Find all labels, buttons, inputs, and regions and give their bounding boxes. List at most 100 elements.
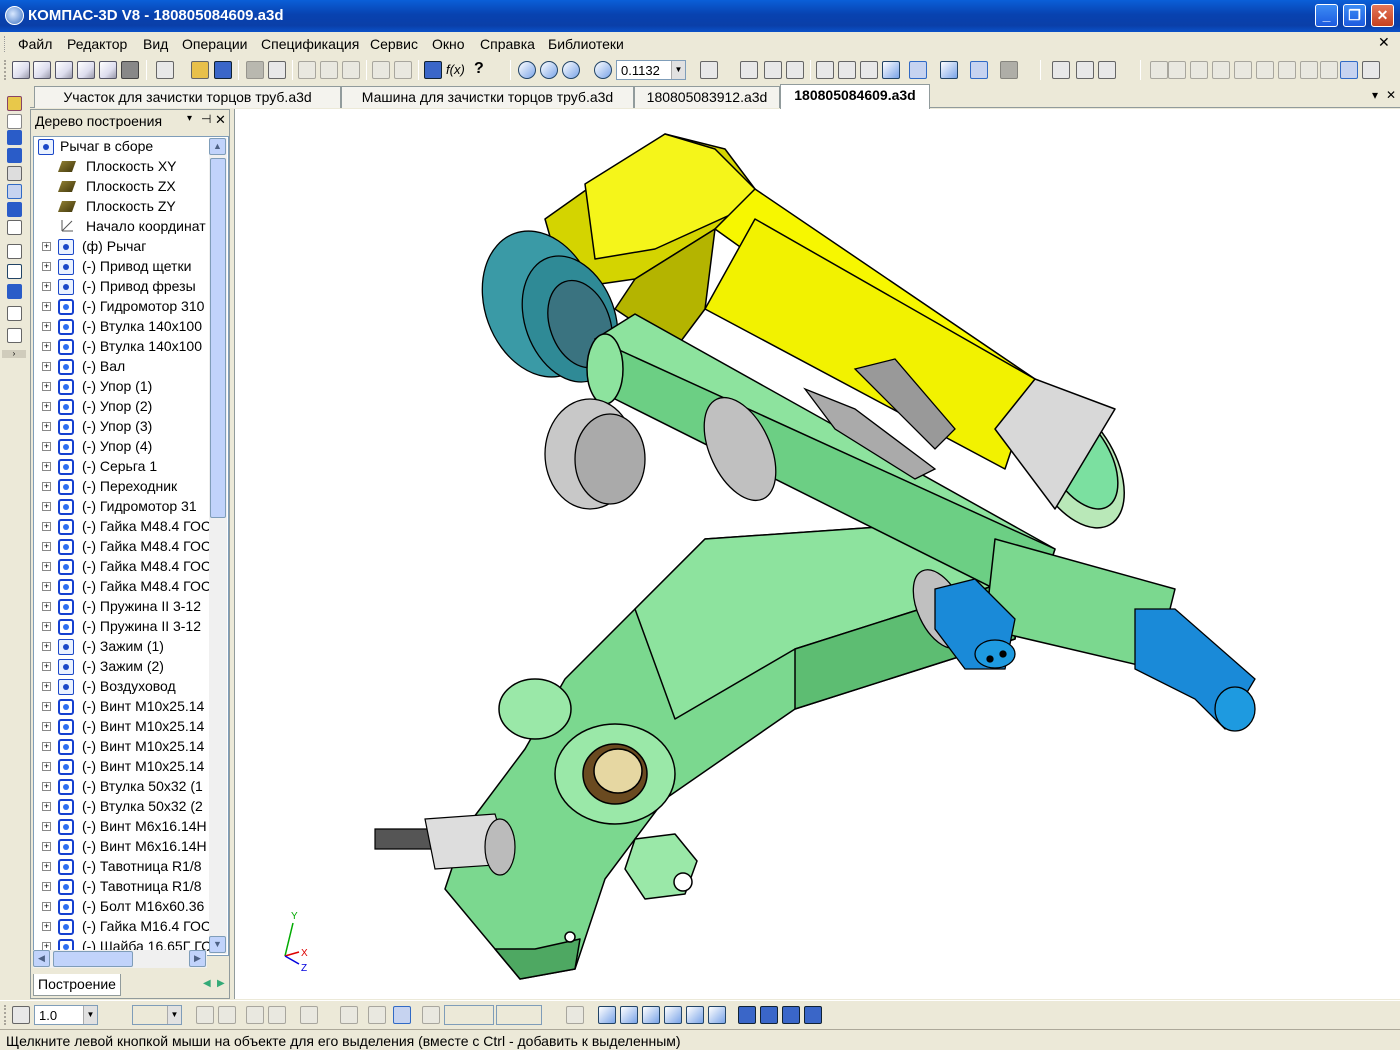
close-button[interactable]: ✕: [1371, 4, 1394, 27]
tree-item[interactable]: Плоскость ZY: [34, 197, 210, 217]
snap-icon[interactable]: [1320, 61, 1338, 79]
tab-build[interactable]: Построение: [33, 974, 121, 996]
ortho-icon[interactable]: [368, 1006, 386, 1024]
tree-item[interactable]: + (-) Гидромотор 31: [34, 497, 210, 517]
tree-item[interactable]: Начало координат: [34, 217, 210, 237]
paste-icon[interactable]: [342, 61, 360, 79]
tab-doc-3[interactable]: 180805083912.a3d: [634, 86, 780, 108]
tree-item[interactable]: Плоскость XY: [34, 157, 210, 177]
tree-item[interactable]: + (-) Переходник: [34, 477, 210, 497]
tree-item[interactable]: + (-) Втулка 50x32 (2: [34, 797, 210, 817]
tab-doc-1[interactable]: Участок для зачистки торцов труб.a3d: [34, 86, 341, 108]
save-icon[interactable]: [214, 61, 232, 79]
expand-icon[interactable]: ›: [2, 350, 26, 358]
step-combo[interactable]: 1.0 ▼: [34, 1005, 98, 1025]
coord-x-field[interactable]: [444, 1005, 494, 1025]
menu-window[interactable]: Окно: [432, 36, 465, 52]
view-front-icon[interactable]: [598, 1006, 616, 1024]
menu-specification[interactable]: Спецификация: [261, 36, 359, 52]
thin-lines-icon[interactable]: [860, 61, 878, 79]
doc-icon[interactable]: [99, 61, 117, 79]
tree-item[interactable]: + (-) Вал: [34, 357, 210, 377]
tree-item[interactable]: + (-) Упор (3): [34, 417, 210, 437]
brush-tool-icon[interactable]: [246, 1006, 264, 1024]
expand-icon[interactable]: +: [42, 322, 51, 331]
scroll-right-icon[interactable]: ▶: [189, 950, 206, 967]
expand-icon[interactable]: +: [42, 462, 51, 471]
redo-icon[interactable]: [394, 61, 412, 79]
layer-combo[interactable]: ▼: [132, 1005, 182, 1025]
report-icon[interactable]: [7, 284, 22, 299]
tab-next-icon[interactable]: ▶: [217, 978, 225, 989]
tree-item[interactable]: + (-) Гайка M48.4 ГОС: [34, 557, 211, 577]
expand-icon[interactable]: +: [42, 842, 51, 851]
chevron-down-icon[interactable]: ▼: [671, 61, 685, 79]
filter-icon[interactable]: [7, 202, 22, 217]
perspective-icon[interactable]: [940, 61, 958, 79]
expand-icon[interactable]: +: [42, 262, 51, 271]
display-icon[interactable]: [1098, 61, 1116, 79]
expand-icon[interactable]: +: [42, 502, 51, 511]
expand-icon[interactable]: +: [42, 382, 51, 391]
tree-item[interactable]: + (-) Упор (4): [34, 437, 210, 457]
tree-root[interactable]: Рычаг в сборе: [34, 137, 210, 157]
pan-icon[interactable]: [740, 61, 758, 79]
expand-icon[interactable]: +: [42, 342, 51, 351]
print-icon[interactable]: [7, 328, 22, 343]
expand-icon[interactable]: +: [42, 822, 51, 831]
view-iso-icon[interactable]: [782, 1006, 800, 1024]
fit-icon[interactable]: [764, 61, 782, 79]
edit-part-icon[interactable]: [7, 96, 22, 111]
scroll-left-icon[interactable]: ◀: [33, 950, 50, 967]
menu-view[interactable]: Вид: [143, 36, 168, 52]
cut-icon[interactable]: [298, 61, 316, 79]
tree-item[interactable]: + (-) Гайка M48.4 ГОС: [34, 517, 211, 537]
coord-icon[interactable]: [422, 1006, 440, 1024]
check-icon[interactable]: [7, 264, 22, 279]
tree-item[interactable]: + (-) Упор (1): [34, 377, 210, 397]
tree-item[interactable]: + (-) Воздуховод: [34, 677, 210, 697]
clip-icon[interactable]: [7, 166, 22, 181]
tree-vscroll[interactable]: ▲ ▼: [209, 138, 227, 954]
table-icon[interactable]: [7, 306, 22, 321]
snap-icon[interactable]: [1212, 61, 1230, 79]
fx-icon[interactable]: f(x): [446, 62, 465, 77]
doc-icon[interactable]: [12, 61, 30, 79]
zoom-in-icon[interactable]: [540, 61, 558, 79]
coord-y-field[interactable]: [496, 1005, 542, 1025]
preview-icon[interactable]: [268, 61, 286, 79]
new-file-icon[interactable]: [156, 61, 174, 79]
assembly-model[interactable]: Y X Z: [235, 109, 1400, 999]
curve-icon[interactable]: [7, 114, 22, 129]
expand-icon[interactable]: +: [42, 802, 51, 811]
expand-icon[interactable]: +: [42, 602, 51, 611]
doc-icon[interactable]: [33, 61, 51, 79]
menu-libraries[interactable]: Библиотеки: [548, 36, 624, 52]
sketch-icon[interactable]: [7, 184, 22, 199]
expand-icon[interactable]: +: [42, 742, 51, 751]
expand-icon[interactable]: +: [42, 782, 51, 791]
grid-snap-icon[interactable]: [300, 1006, 318, 1024]
tab-doc-4[interactable]: 180805084609.a3d: [780, 84, 930, 109]
tabs-close-icon[interactable]: ✕: [1386, 88, 1396, 102]
scroll-thumb[interactable]: [210, 158, 226, 518]
model-viewport[interactable]: Y X Z: [234, 109, 1400, 999]
tree-item[interactable]: + (-) Тавотница R1/8: [34, 857, 210, 877]
expand-icon[interactable]: +: [42, 442, 51, 451]
expand-icon[interactable]: +: [42, 562, 51, 571]
tree-item[interactable]: + (-) Гайка M48.4 ГОС: [34, 537, 211, 557]
snap-active-icon[interactable]: [393, 1006, 411, 1024]
expand-icon[interactable]: +: [42, 482, 51, 491]
tree-item[interactable]: + (-) Пружина II 3-12: [34, 617, 210, 637]
tool-icon[interactable]: [1000, 61, 1018, 79]
hidden-lines-icon[interactable]: [838, 61, 856, 79]
tree-item[interactable]: + (-) Втулка 140x100: [34, 337, 210, 357]
snap-icon[interactable]: [1278, 61, 1296, 79]
scroll-up-icon[interactable]: ▲: [209, 138, 226, 155]
tree-item[interactable]: + (-) Серьга 1: [34, 457, 210, 477]
print-icon[interactable]: [246, 61, 264, 79]
tab-prev-icon[interactable]: ◀: [203, 978, 211, 989]
properties-icon[interactable]: [1052, 61, 1070, 79]
tree-view[interactable]: Рычаг в сборе Плоскость XY Плоскость ZX Пло…: [33, 136, 229, 956]
expand-icon[interactable]: +: [42, 662, 51, 671]
